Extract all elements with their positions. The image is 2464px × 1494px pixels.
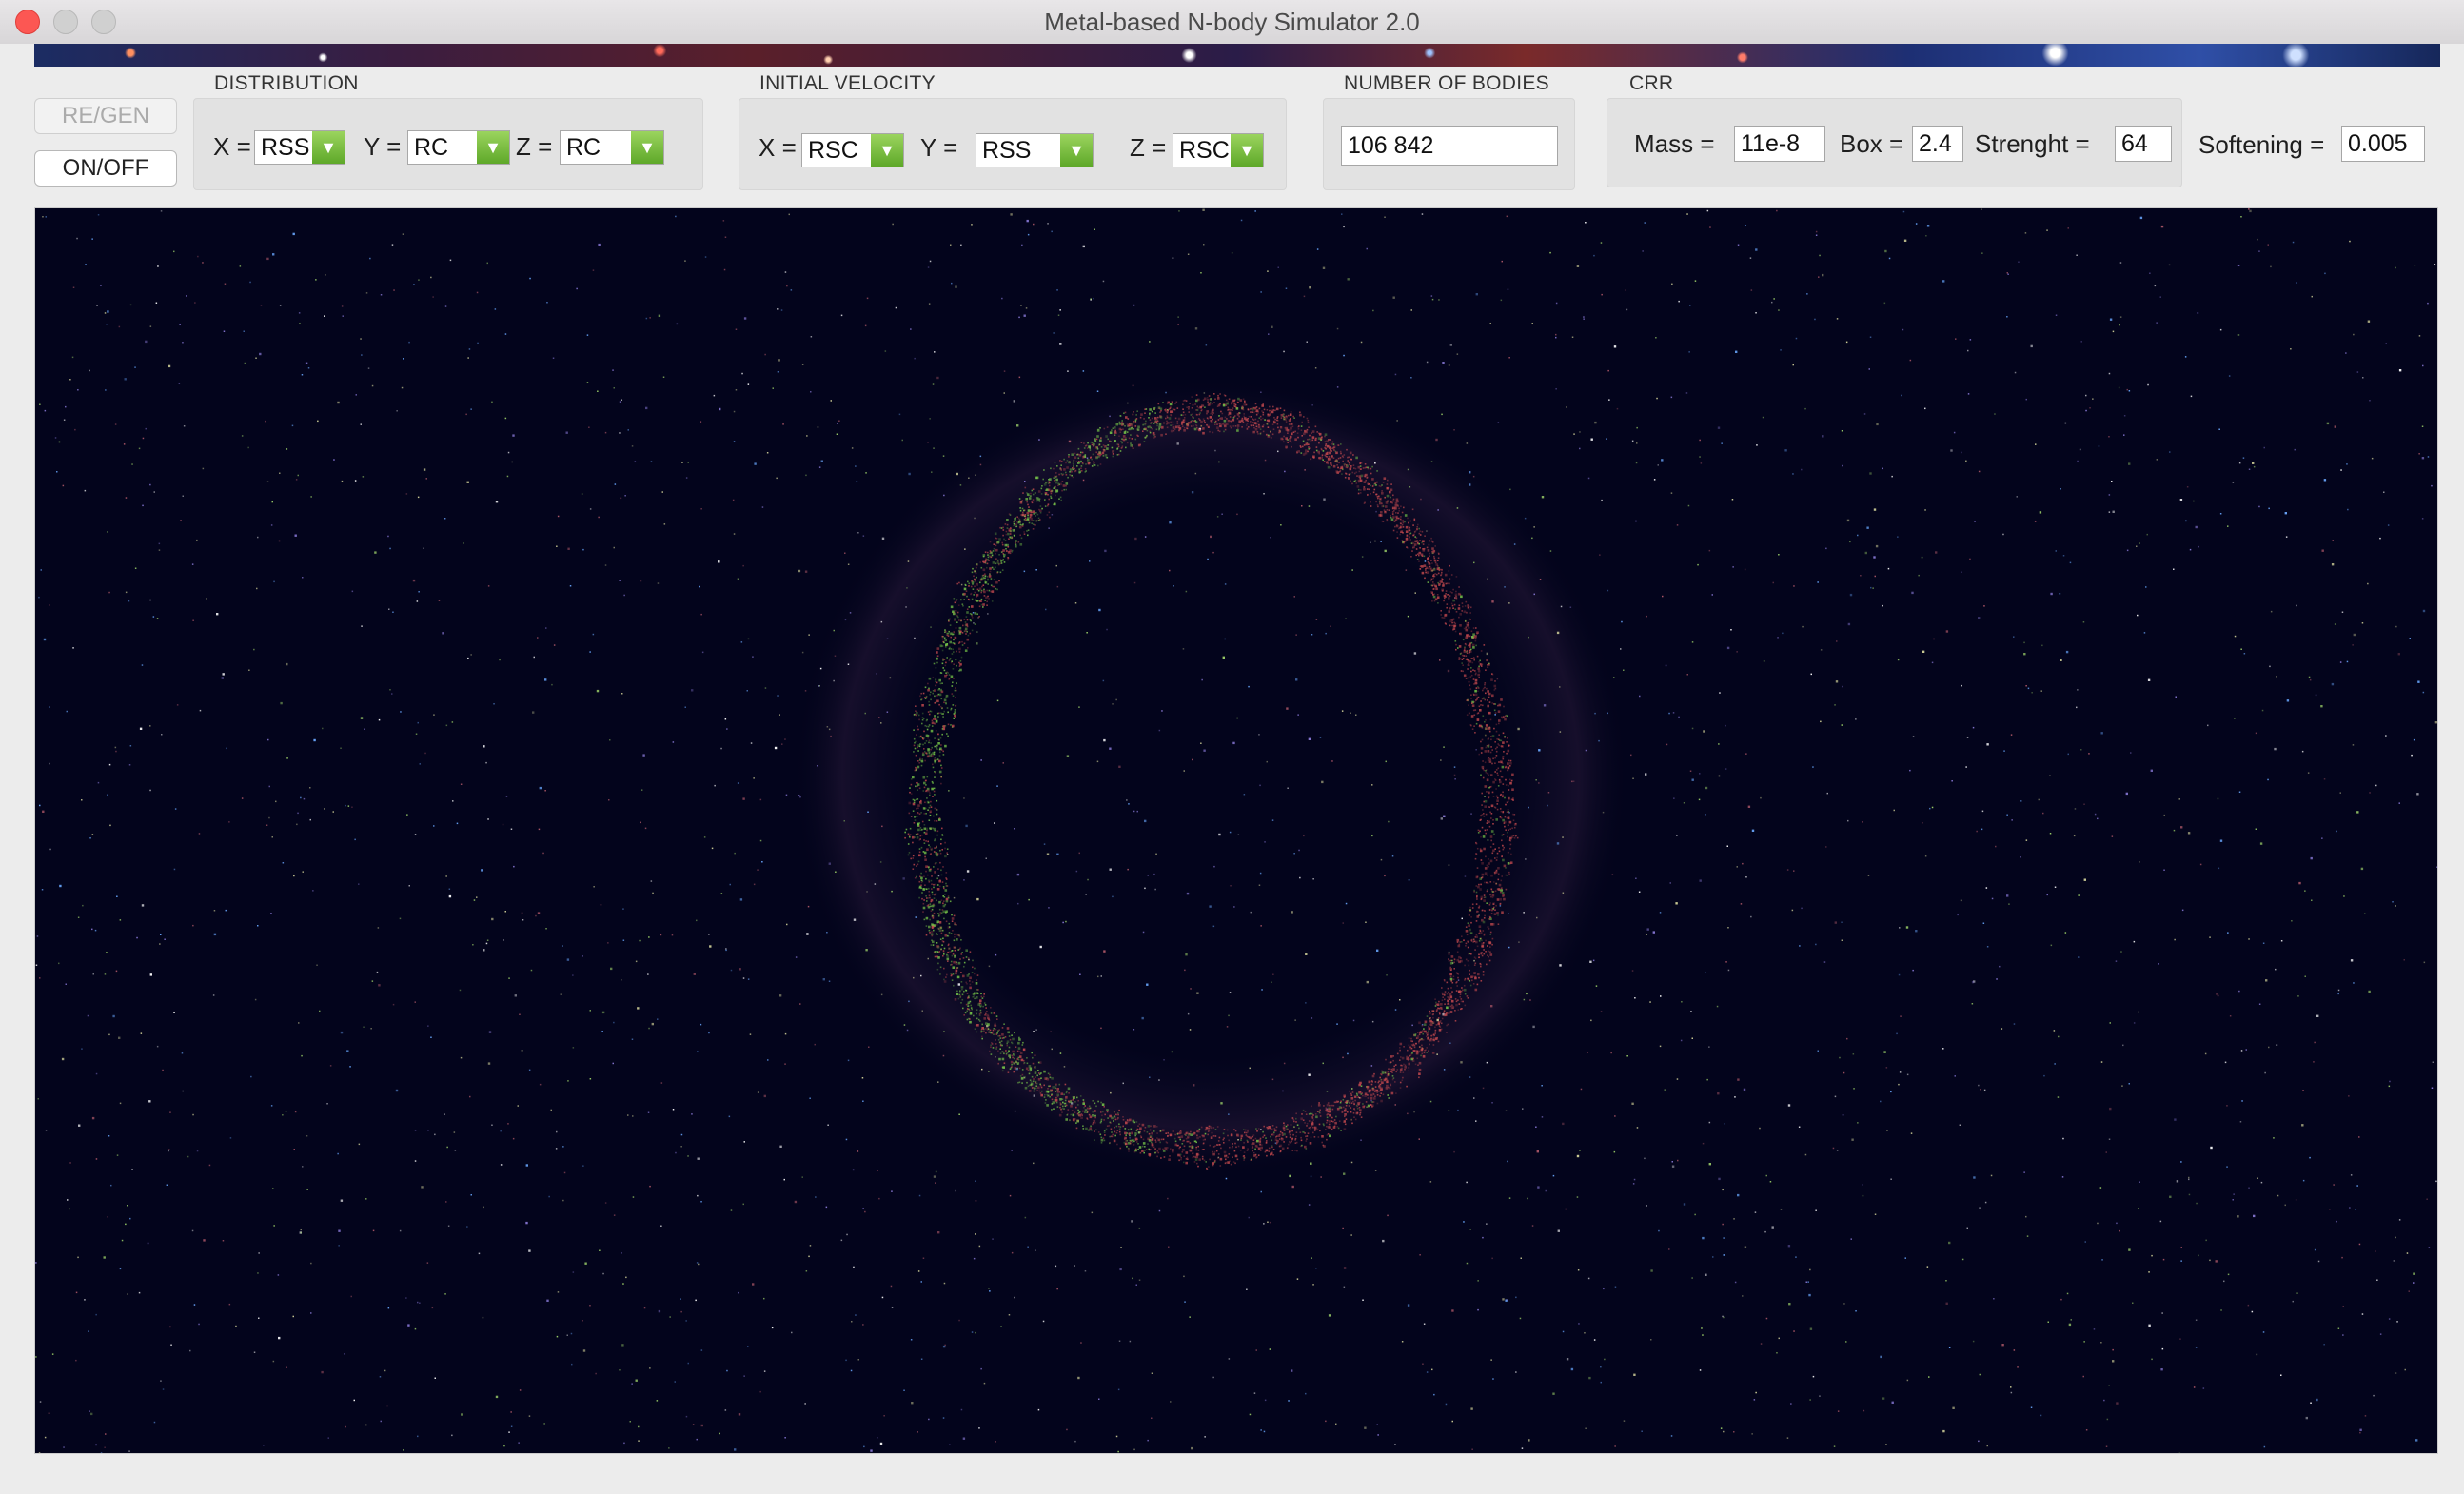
title-bar: Metal-based N-body Simulator 2.0 [0,0,2464,44]
distribution-x-label: X = [213,132,251,161]
chevron-down-icon: ▼ [312,131,345,164]
number-of-bodies-input[interactable]: 106 842 [1341,126,1558,166]
velocity-z-value: RSC [1179,137,1230,164]
velocity-z-label: Z = [1130,133,1167,162]
distribution-y-label: Y = [364,132,402,161]
distribution-y-value: RC [414,134,449,161]
mass-input[interactable]: 11e-8 [1734,126,1825,162]
mass-label: Mass = [1634,129,1715,158]
ring-halo [792,378,1629,1177]
softening-label: Softening = [2198,130,2325,159]
initial-velocity-panel: X = RSC ▼ Y = RSS ▼ Z = RSC ▼ [739,98,1287,190]
crr-panel: Mass = 11e-8 Box = 2.4 Strenght = 64 [1607,98,2182,187]
velocity-y-value: RSS [982,137,1032,164]
distribution-z-label: Z = [516,132,553,161]
app-window: Metal-based N-body Simulator 2.0 RE/GEN … [0,0,2464,1494]
box-label: Box = [1840,129,1904,158]
regen-button[interactable]: RE/GEN [34,98,177,134]
strength-label: Strenght = [1975,129,2090,158]
number-of-bodies-panel: 106 842 [1323,98,1575,190]
velocity-x-value: RSC [808,137,858,164]
starfield-banner [34,44,2440,67]
window-title: Metal-based N-body Simulator 2.0 [1044,8,1420,36]
particle-field [35,208,2437,1453]
velocity-z-select[interactable]: RSC ▼ [1173,133,1264,167]
chevron-down-icon: ▼ [871,134,903,167]
distribution-panel: X = RSS ▼ Y = RC ▼ Z = RC ▼ [193,98,703,190]
box-input[interactable]: 2.4 [1912,126,1963,162]
strength-input[interactable]: 64 [2115,126,2172,162]
distribution-x-select[interactable]: RSS ▼ [254,130,345,165]
chevron-down-icon: ▼ [477,131,509,164]
chevron-down-icon: ▼ [1060,134,1093,167]
softening-input[interactable]: 0.005 [2341,126,2425,162]
crr-heading: CRR [1629,72,1674,94]
velocity-y-select[interactable]: RSS ▼ [976,133,1094,167]
on-off-button[interactable]: ON/OFF [34,150,177,187]
distribution-z-select[interactable]: RC ▼ [560,130,664,165]
distribution-y-select[interactable]: RC ▼ [407,130,510,165]
distribution-z-value: RC [566,134,601,161]
velocity-x-select[interactable]: RSC ▼ [801,133,904,167]
initial-velocity-heading: INITIAL VELOCITY [759,72,936,94]
simulation-view[interactable] [34,207,2438,1454]
number-of-bodies-heading: NUMBER OF BODIES [1344,72,1549,94]
chevron-down-icon: ▼ [1231,134,1263,167]
distribution-x-value: RSS [261,134,310,161]
velocity-y-label: Y = [920,133,958,162]
chevron-down-icon: ▼ [631,131,663,164]
velocity-x-label: X = [759,133,797,162]
distribution-heading: DISTRIBUTION [214,72,359,94]
